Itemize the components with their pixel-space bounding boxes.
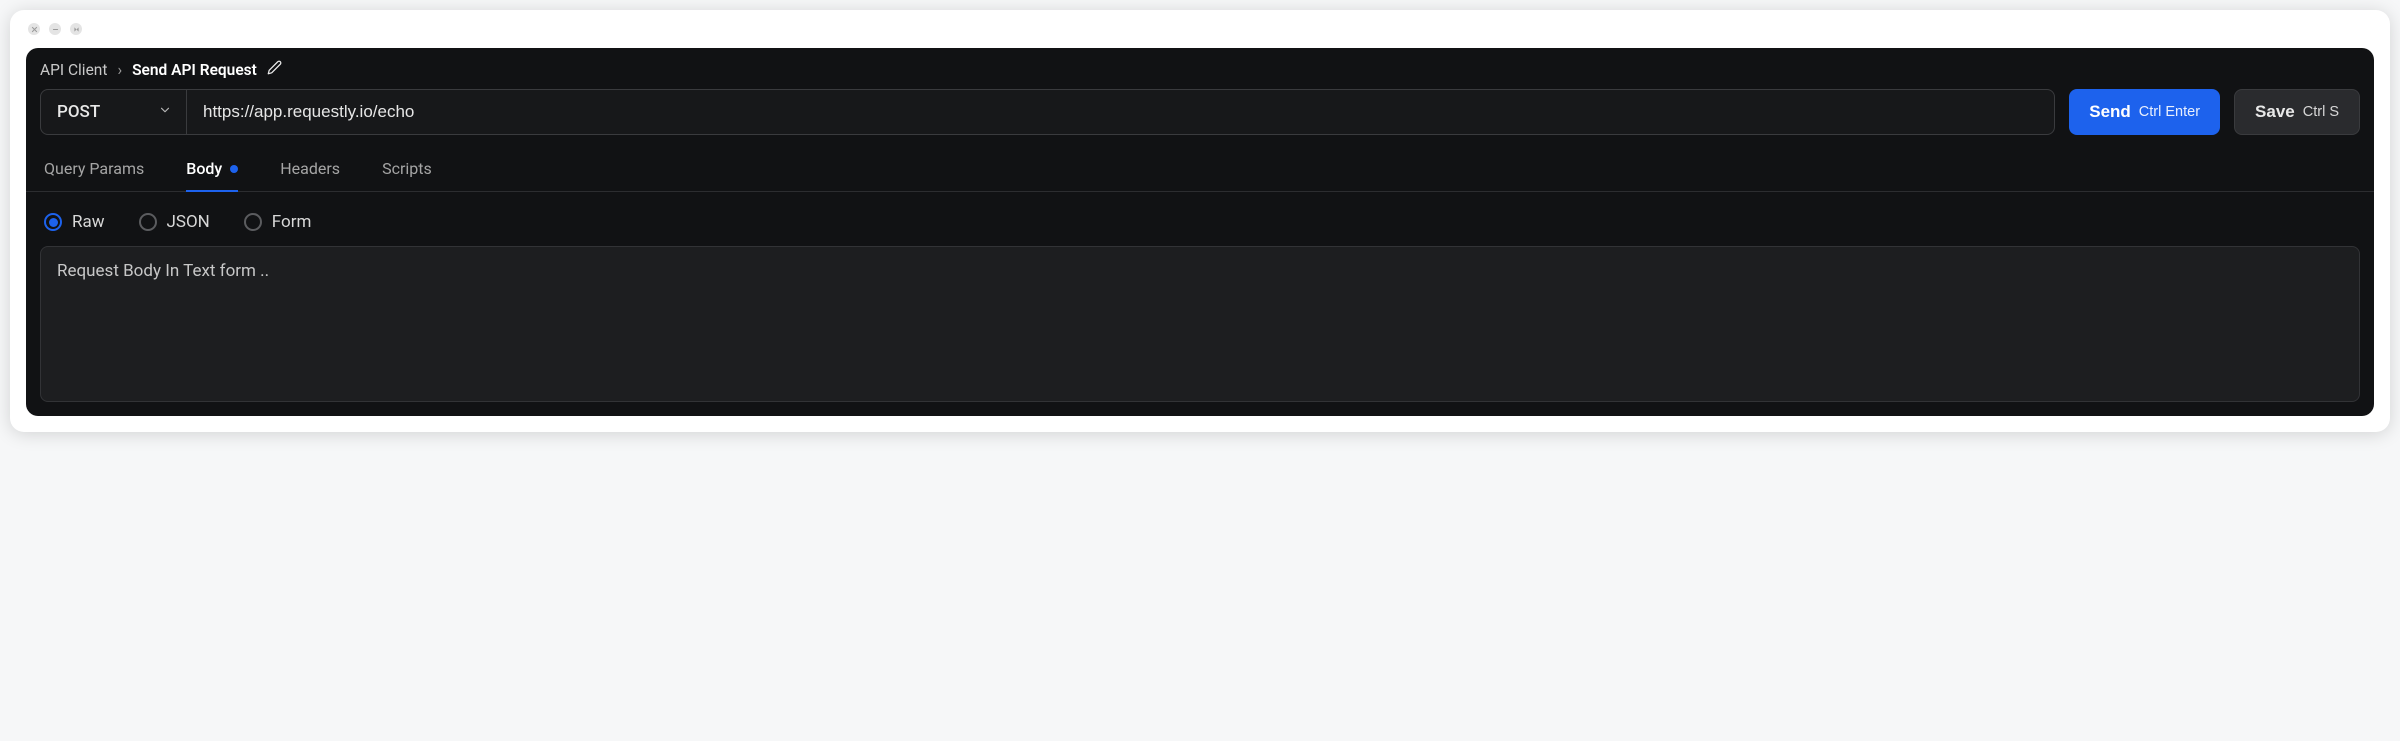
edit-icon[interactable] [267, 60, 282, 79]
api-client-panel: API Client › Send API Request POST Send … [26, 48, 2374, 416]
breadcrumb-current: Send API Request [132, 61, 257, 79]
app-window: API Client › Send API Request POST Send … [10, 10, 2390, 432]
radio-icon [244, 213, 262, 231]
chevron-right-icon: › [117, 61, 122, 79]
radio-label: Raw [72, 212, 105, 232]
save-button-shortcut: Ctrl S [2303, 104, 2339, 120]
window-titlebar [10, 10, 2390, 48]
send-button-shortcut: Ctrl Enter [2139, 104, 2200, 120]
breadcrumb-root[interactable]: API Client [40, 61, 107, 79]
close-window-icon[interactable] [28, 23, 40, 35]
breadcrumb: API Client › Send API Request [26, 48, 2374, 89]
body-type-radios: Raw JSON Form [26, 192, 2374, 246]
tab-label: Headers [280, 159, 340, 178]
tab-label: Query Params [44, 159, 144, 178]
radio-json[interactable]: JSON [139, 212, 210, 232]
chevron-down-icon [158, 102, 172, 122]
tab-scripts[interactable]: Scripts [382, 149, 432, 192]
save-button[interactable]: Save Ctrl S [2234, 89, 2360, 135]
radio-icon [139, 213, 157, 231]
url-input[interactable] [187, 90, 2054, 134]
radio-form[interactable]: Form [244, 212, 312, 232]
radio-icon [44, 213, 62, 231]
send-button-label: Send [2089, 102, 2131, 122]
request-row: POST Send Ctrl Enter Save Ctrl S [26, 89, 2374, 143]
request-tabs: Query Params Body Headers Scripts [26, 143, 2374, 192]
body-textarea[interactable] [41, 247, 2359, 397]
http-method-select[interactable]: POST [41, 90, 187, 134]
send-button[interactable]: Send Ctrl Enter [2069, 89, 2220, 135]
tab-headers[interactable]: Headers [280, 149, 340, 192]
maximize-window-icon[interactable] [70, 23, 82, 35]
radio-raw[interactable]: Raw [44, 212, 105, 232]
minimize-window-icon[interactable] [49, 23, 61, 35]
tab-query-params[interactable]: Query Params [44, 149, 144, 192]
tab-label: Scripts [382, 159, 432, 178]
tab-body[interactable]: Body [186, 149, 238, 192]
body-editor [40, 246, 2360, 402]
dot-indicator-icon [230, 165, 238, 173]
http-method-value: POST [57, 102, 100, 122]
radio-label: JSON [167, 212, 210, 232]
tab-label: Body [186, 159, 222, 178]
radio-label: Form [272, 212, 312, 232]
save-button-label: Save [2255, 102, 2295, 122]
method-url-group: POST [40, 89, 2055, 135]
